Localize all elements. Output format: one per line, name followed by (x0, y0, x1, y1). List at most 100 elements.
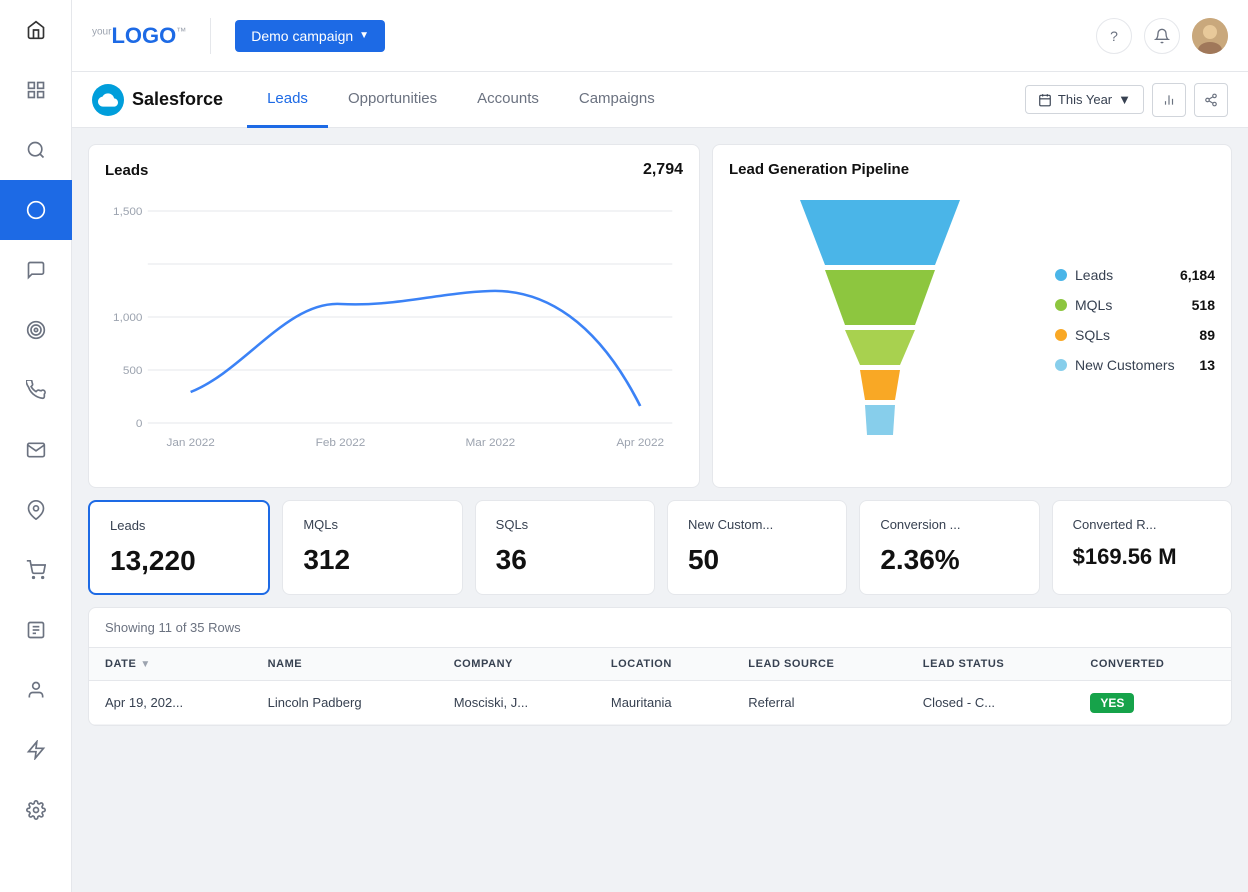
topbar-divider (210, 18, 211, 54)
stat-value-conversion: 2.36% (880, 544, 1018, 576)
logo-your: your (92, 26, 111, 37)
col-header-date[interactable]: DATE ▼ (89, 648, 252, 681)
notification-button[interactable] (1144, 18, 1180, 54)
pipeline-header: Lead Generation Pipeline (729, 161, 1215, 178)
sidebar-item-plugin[interactable] (0, 720, 72, 780)
stat-card-converted-revenue[interactable]: Converted R... $169.56 M (1052, 500, 1232, 595)
col-header-location: LOCATION (595, 648, 732, 681)
sidebar-item-target[interactable] (0, 300, 72, 360)
svg-text:Jan 2022: Jan 2022 (166, 437, 214, 449)
sidebar-item-report[interactable] (0, 600, 72, 660)
share-button[interactable] (1194, 83, 1228, 117)
stat-value-converted-revenue: $169.56 M (1073, 544, 1211, 570)
navbar-right: This Year ▼ (1025, 83, 1228, 117)
sqls-dot (1055, 329, 1067, 341)
leads-chart-header: Leads 2,794 (105, 161, 683, 179)
cell-name: Lincoln Padberg (252, 681, 438, 725)
leads-line-chart: 1,500 1,000 500 0 Jan 2022 Feb 2022 Mar … (105, 191, 683, 471)
stat-value-mqls: 312 (303, 544, 441, 576)
svg-text:0: 0 (136, 418, 143, 430)
leads-chart-title: Leads (105, 162, 148, 179)
dropdown-arrow-icon: ▼ (359, 30, 369, 41)
legend-item-mqls: MQLs 518 (1055, 297, 1215, 313)
stat-card-leads[interactable]: Leads 13,220 (88, 500, 270, 595)
svg-text:1,000: 1,000 (113, 312, 142, 324)
stats-row: Leads 13,220 MQLs 312 SQLs 36 New Custom… (88, 500, 1232, 595)
sidebar-item-grid[interactable] (0, 60, 72, 120)
sidebar-item-user[interactable] (0, 660, 72, 720)
leads-chart-card: Leads 2,794 1,500 1,000 500 (88, 144, 700, 488)
tab-accounts[interactable]: Accounts (457, 72, 559, 128)
data-table: DATE ▼ NAME COMPANY LOCATION LEAD SOURCE… (89, 648, 1231, 725)
stat-card-sqls[interactable]: SQLs 36 (475, 500, 655, 595)
salesforce-branding: Salesforce (92, 84, 223, 116)
stat-label-new-customers: New Custom... (688, 517, 826, 532)
stat-card-mqls[interactable]: MQLs 312 (282, 500, 462, 595)
converted-badge: YES (1090, 693, 1134, 713)
this-year-filter-button[interactable]: This Year ▼ (1025, 85, 1144, 114)
logo-name: LOGO (111, 23, 176, 48)
topbar-right: ? (1096, 18, 1228, 54)
stat-card-new-customers[interactable]: New Custom... 50 (667, 500, 847, 595)
avatar-image (1192, 18, 1228, 54)
cloud-icon (98, 90, 118, 110)
demo-campaign-label: Demo campaign (251, 28, 353, 44)
sidebar-item-location[interactable] (0, 480, 72, 540)
legend-item-leads: Leads 6,184 (1055, 267, 1215, 283)
col-header-lead-status: LEAD STATUS (907, 648, 1075, 681)
help-button[interactable]: ? (1096, 18, 1132, 54)
navbar: Salesforce Leads Opportunities Accounts … (72, 72, 1248, 128)
tab-opportunities[interactable]: Opportunities (328, 72, 457, 128)
table-header: DATE ▼ NAME COMPANY LOCATION LEAD SOURCE… (89, 648, 1231, 681)
topbar: yourLOGO™ Demo campaign ▼ ? (72, 0, 1248, 72)
sidebar-item-chart[interactable] (0, 180, 72, 240)
stat-value-sqls: 36 (496, 544, 634, 576)
funnel-chart (729, 190, 1031, 450)
sidebar-item-chat[interactable] (0, 240, 72, 300)
col-header-lead-source: LEAD SOURCE (732, 648, 907, 681)
sidebar-item-home[interactable] (0, 0, 72, 60)
this-year-label: This Year (1058, 92, 1112, 107)
stat-card-conversion[interactable]: Conversion ... 2.36% (859, 500, 1039, 595)
sqls-legend-value: 89 (1199, 327, 1215, 343)
tab-campaigns[interactable]: Campaigns (559, 72, 675, 128)
funnel-svg (780, 190, 980, 450)
sidebar-item-phone[interactable] (0, 360, 72, 420)
table-body: Apr 19, 202... Lincoln Padberg Mosciski,… (89, 681, 1231, 725)
salesforce-title: Salesforce (132, 89, 223, 110)
mqls-legend-value: 518 (1192, 297, 1215, 313)
line-chart-svg: 1,500 1,000 500 0 Jan 2022 Feb 2022 Mar … (105, 191, 683, 471)
table-showing-text: Showing 11 of 35 Rows (105, 620, 241, 635)
new-customers-dot (1055, 359, 1067, 371)
bell-icon (1154, 28, 1170, 44)
chart-view-button[interactable] (1152, 83, 1186, 117)
pipeline-legend: Leads 6,184 MQLs 518 SQLs 89 (1055, 267, 1215, 373)
new-customers-legend-label: New Customers (1075, 357, 1191, 373)
mqls-legend-label: MQLs (1075, 297, 1184, 313)
bar-chart-icon (1162, 93, 1176, 107)
sidebar-item-mail[interactable] (0, 420, 72, 480)
mqls-dot (1055, 299, 1067, 311)
pipeline-card: Lead Generation Pipeline (712, 144, 1232, 488)
sidebar-item-search[interactable] (0, 120, 72, 180)
sort-icon: ▼ (140, 659, 150, 670)
stat-label-leads: Leads (110, 518, 248, 533)
sidebar-item-cart[interactable] (0, 540, 72, 600)
avatar[interactable] (1192, 18, 1228, 54)
stat-label-sqls: SQLs (496, 517, 634, 532)
charts-row: Leads 2,794 1,500 1,000 500 (88, 144, 1232, 488)
pipeline-content: Leads 6,184 MQLs 518 SQLs 89 (729, 190, 1215, 450)
leads-chart-value: 2,794 (643, 161, 683, 179)
table-row: Apr 19, 202... Lincoln Padberg Mosciski,… (89, 681, 1231, 725)
tab-leads[interactable]: Leads (247, 72, 328, 128)
salesforce-icon (92, 84, 124, 116)
calendar-icon (1038, 93, 1052, 107)
leads-dot (1055, 269, 1067, 281)
logo-tm: ™ (176, 26, 186, 37)
sidebar-item-settings[interactable] (0, 780, 72, 840)
svg-text:Mar 2022: Mar 2022 (465, 437, 515, 449)
svg-text:Feb 2022: Feb 2022 (316, 437, 366, 449)
legend-item-new-customers: New Customers 13 (1055, 357, 1215, 373)
demo-campaign-button[interactable]: Demo campaign ▼ (235, 20, 385, 52)
main-area: yourLOGO™ Demo campaign ▼ ? (72, 0, 1248, 892)
